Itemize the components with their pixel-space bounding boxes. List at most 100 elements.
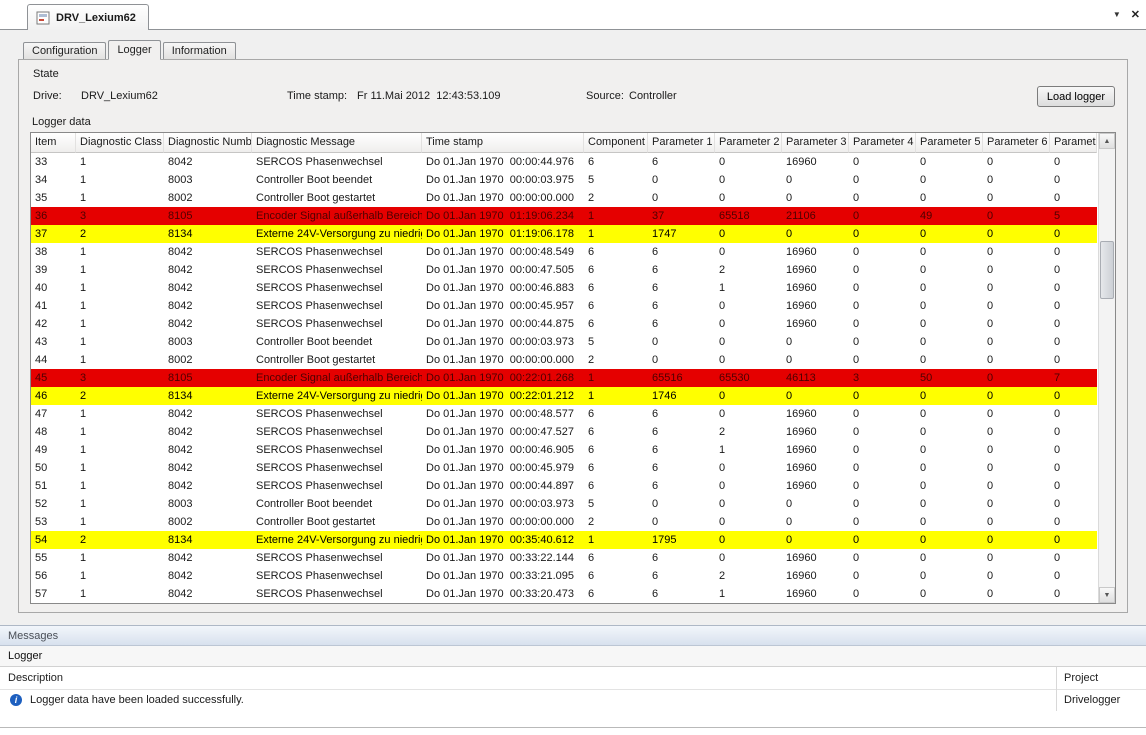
cell: 0: [715, 225, 782, 243]
table-row[interactable]: 4718042SERCOS PhasenwechselDo 01.Jan 197…: [31, 405, 1097, 423]
bottom-strip: [0, 727, 1146, 735]
vertical-scrollbar[interactable]: ▲ ▼: [1098, 133, 1115, 603]
column-header[interactable]: Parameter: [1050, 133, 1097, 153]
cell: 1: [76, 495, 164, 513]
table-row[interactable]: 3818042SERCOS PhasenwechselDo 01.Jan 197…: [31, 243, 1097, 261]
column-header[interactable]: Component: [584, 133, 648, 153]
cell: 1: [715, 279, 782, 297]
cell: 2: [584, 189, 648, 207]
table-row[interactable]: 3418003Controller Boot beendetDo 01.Jan …: [31, 171, 1097, 189]
table-row[interactable]: 5428134Externe 24V-Versorgung zu niedrig…: [31, 531, 1097, 549]
table-row[interactable]: 5618042SERCOS PhasenwechselDo 01.Jan 197…: [31, 567, 1097, 585]
cell: 0: [1050, 459, 1097, 477]
column-header[interactable]: Parameter 6: [983, 133, 1050, 153]
scroll-down-icon[interactable]: ▼: [1099, 587, 1115, 603]
logger-message-panel-header[interactable]: Logger: [0, 646, 1146, 667]
cell: 1: [76, 459, 164, 477]
cell: 8042: [164, 567, 252, 585]
tab-configuration[interactable]: Configuration: [23, 42, 106, 59]
cell: 0: [983, 333, 1050, 351]
cell: SERCOS Phasenwechsel: [252, 153, 422, 171]
scroll-up-icon[interactable]: ▲: [1099, 133, 1115, 149]
table-row[interactable]: 5118042SERCOS PhasenwechselDo 01.Jan 197…: [31, 477, 1097, 495]
table-row[interactable]: 5018042SERCOS PhasenwechselDo 01.Jan 197…: [31, 459, 1097, 477]
scrollbar-thumb[interactable]: [1100, 241, 1114, 299]
cell: 6: [648, 243, 715, 261]
description-column-header[interactable]: Description: [8, 667, 63, 689]
column-header[interactable]: Diagnostic Number: [164, 133, 252, 153]
tab-information[interactable]: Information: [163, 42, 236, 59]
tab-list-dropdown-icon[interactable]: ▼: [1113, 10, 1121, 19]
close-icon[interactable]: ✕: [1131, 8, 1140, 21]
cell: 2: [715, 261, 782, 279]
table-row[interactable]: 5718042SERCOS PhasenwechselDo 01.Jan 197…: [31, 585, 1097, 603]
cell: 0: [916, 585, 983, 603]
table-row[interactable]: 4418002Controller Boot gestartetDo 01.Ja…: [31, 351, 1097, 369]
table-row[interactable]: 5518042SERCOS PhasenwechselDo 01.Jan 197…: [31, 549, 1097, 567]
cell: 16960: [782, 153, 849, 171]
table-row[interactable]: 3728134Externe 24V-Versorgung zu niedrig…: [31, 225, 1097, 243]
table-row[interactable]: 4538105Encoder Signal außerhalb BereichD…: [31, 369, 1097, 387]
column-header[interactable]: Parameter 4: [849, 133, 916, 153]
table-row[interactable]: 3918042SERCOS PhasenwechselDo 01.Jan 197…: [31, 261, 1097, 279]
cell: 0: [983, 585, 1050, 603]
cell: 16960: [782, 477, 849, 495]
messages-panel-header[interactable]: Messages: [0, 625, 1146, 646]
cell: 38: [31, 243, 76, 261]
cell: 0: [916, 531, 983, 549]
cell: 8105: [164, 207, 252, 225]
table-row[interactable]: 3638105Encoder Signal außerhalb BereichD…: [31, 207, 1097, 225]
cell: 0: [1050, 261, 1097, 279]
cell: 0: [1050, 171, 1097, 189]
cell: Externe 24V-Versorgung zu niedrig: [252, 387, 422, 405]
column-header[interactable]: Parameter 2: [715, 133, 782, 153]
cell: 0: [1050, 549, 1097, 567]
cell: 0: [916, 513, 983, 531]
column-header[interactable]: Item: [31, 133, 76, 153]
cell: 0: [849, 351, 916, 369]
cell: 8003: [164, 171, 252, 189]
project-column-header[interactable]: Project: [1064, 667, 1098, 689]
cell: SERCOS Phasenwechsel: [252, 315, 422, 333]
cell: 0: [849, 207, 916, 225]
cell: 37: [31, 225, 76, 243]
table-row[interactable]: 5318002Controller Boot gestartetDo 01.Ja…: [31, 513, 1097, 531]
column-header[interactable]: Parameter 1: [648, 133, 715, 153]
cell: 1: [76, 297, 164, 315]
cell: SERCOS Phasenwechsel: [252, 279, 422, 297]
cell: 0: [916, 441, 983, 459]
table-row[interactable]: 3518002Controller Boot gestartetDo 01.Ja…: [31, 189, 1097, 207]
cell: 53: [31, 513, 76, 531]
table-row[interactable]: 5218003Controller Boot beendetDo 01.Jan …: [31, 495, 1097, 513]
cell: 1: [76, 441, 164, 459]
document-tab-drv-lexium62[interactable]: DRV_Lexium62: [27, 4, 149, 30]
table-row[interactable]: 4628134Externe 24V-Versorgung zu niedrig…: [31, 387, 1097, 405]
table-row[interactable]: 4918042SERCOS PhasenwechselDo 01.Jan 197…: [31, 441, 1097, 459]
column-header[interactable]: Diagnostic Class: [76, 133, 164, 153]
column-header[interactable]: Parameter 5: [916, 133, 983, 153]
message-row[interactable]: i Logger data have been loaded successfu…: [0, 690, 1146, 711]
cell: 5: [584, 495, 648, 513]
cell: 0: [715, 153, 782, 171]
column-header[interactable]: Time stamp: [422, 133, 584, 153]
load-logger-button[interactable]: Load logger: [1037, 86, 1115, 107]
cell: 16960: [782, 261, 849, 279]
table-row[interactable]: 4118042SERCOS PhasenwechselDo 01.Jan 197…: [31, 297, 1097, 315]
table-row[interactable]: 4018042SERCOS PhasenwechselDo 01.Jan 197…: [31, 279, 1097, 297]
table-row[interactable]: 4218042SERCOS PhasenwechselDo 01.Jan 197…: [31, 315, 1097, 333]
cell: 0: [849, 477, 916, 495]
cell: Do 01.Jan 1970 00:35:40.612: [422, 531, 584, 549]
table-row[interactable]: 4318003Controller Boot beendetDo 01.Jan …: [31, 333, 1097, 351]
table-row[interactable]: 3318042SERCOS PhasenwechselDo 01.Jan 197…: [31, 153, 1097, 171]
cell: 0: [849, 171, 916, 189]
cell: 0: [1050, 153, 1097, 171]
cell: 16960: [782, 585, 849, 603]
cell: 1795: [648, 531, 715, 549]
cell: Do 01.Jan 1970 00:22:01.268: [422, 369, 584, 387]
cell: 0: [849, 315, 916, 333]
table-row[interactable]: 4818042SERCOS PhasenwechselDo 01.Jan 197…: [31, 423, 1097, 441]
column-header[interactable]: Parameter 3: [782, 133, 849, 153]
tab-logger[interactable]: Logger: [108, 40, 160, 60]
column-header[interactable]: Diagnostic Message: [252, 133, 422, 153]
cell: 1: [584, 207, 648, 225]
